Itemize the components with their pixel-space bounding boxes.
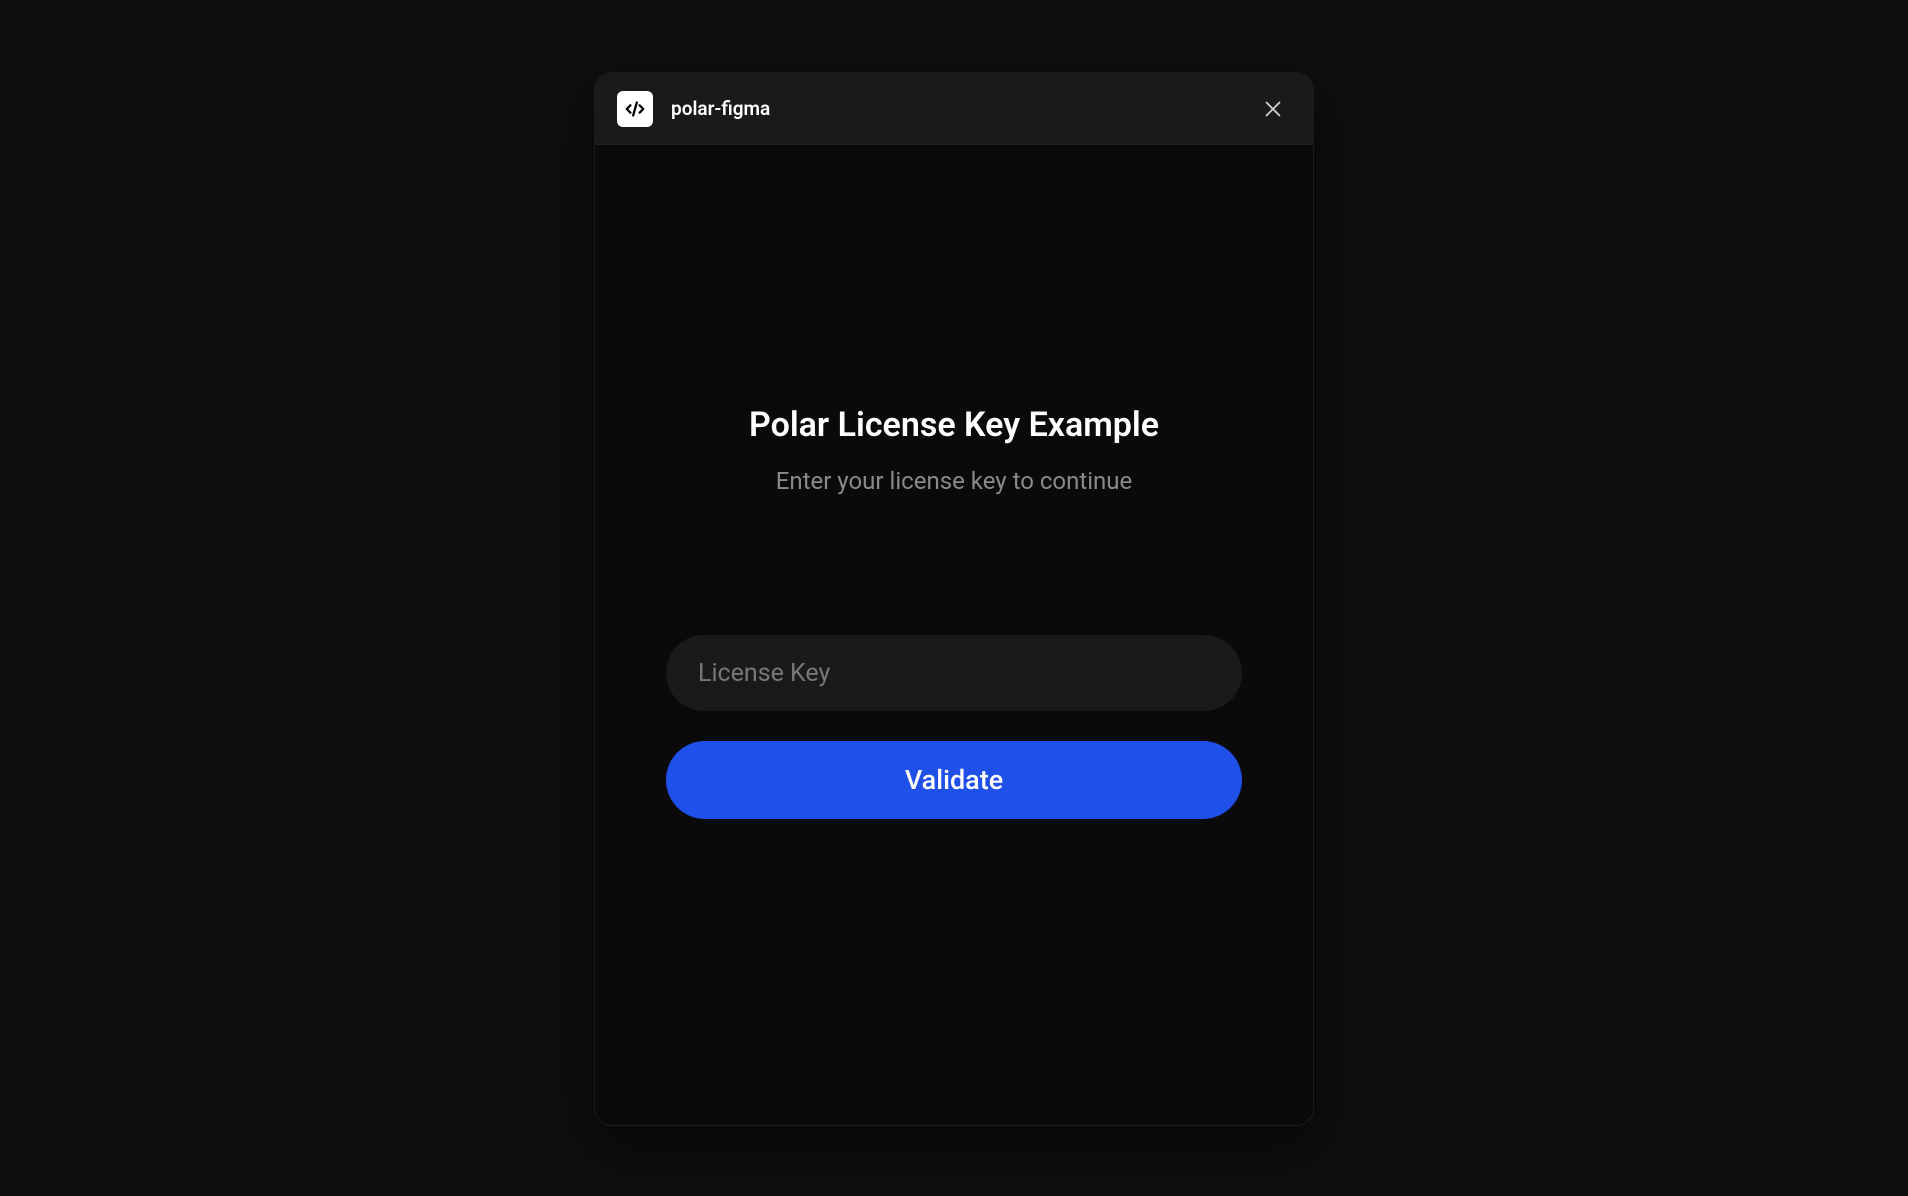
plugin-header: polar-figma bbox=[595, 73, 1313, 145]
close-button[interactable] bbox=[1255, 91, 1291, 127]
page-subheading: Enter your license key to continue bbox=[776, 467, 1133, 495]
code-icon bbox=[617, 91, 653, 127]
plugin-window: polar-figma Polar License Key Example En… bbox=[594, 72, 1314, 1126]
close-icon bbox=[1262, 98, 1284, 120]
validate-button[interactable]: Validate bbox=[666, 741, 1242, 819]
plugin-title: polar-figma bbox=[671, 97, 1255, 120]
license-key-input[interactable] bbox=[666, 635, 1242, 711]
plugin-body: Polar License Key Example Enter your lic… bbox=[595, 145, 1313, 1125]
page-heading: Polar License Key Example bbox=[749, 405, 1159, 445]
